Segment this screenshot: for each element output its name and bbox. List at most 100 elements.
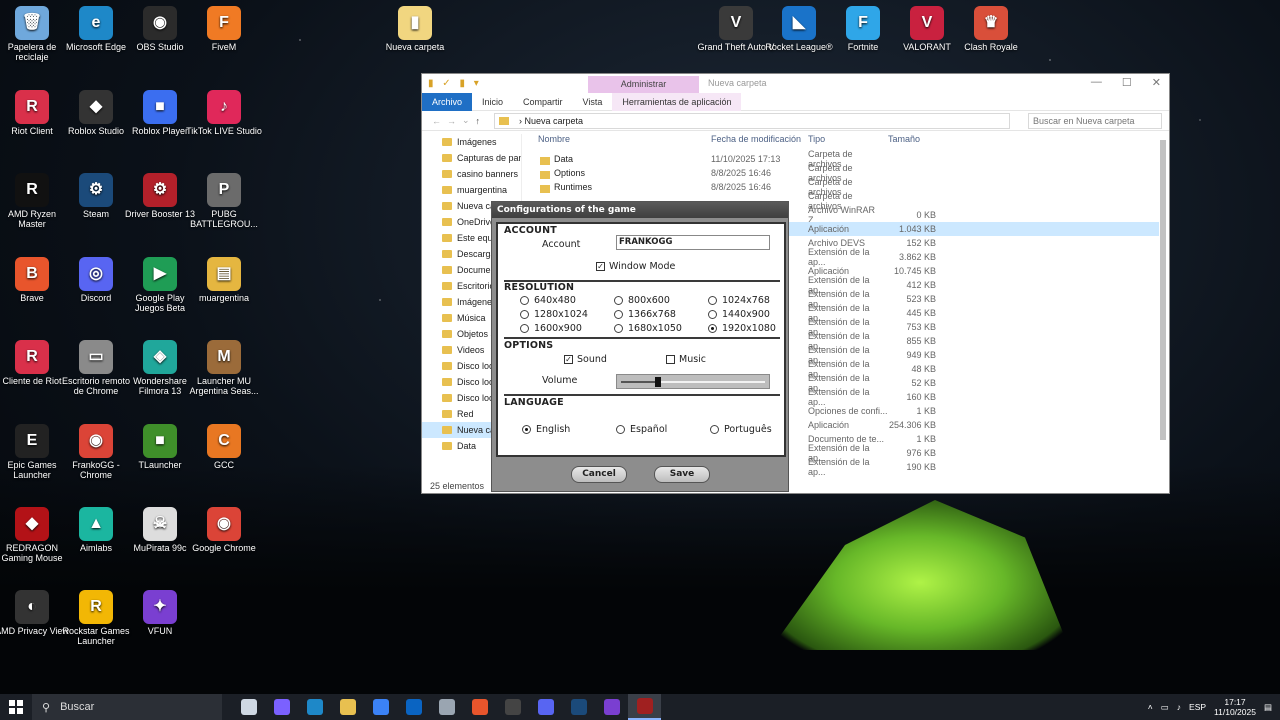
taskbar-app[interactable] — [628, 694, 661, 720]
radio-dot[interactable] — [614, 296, 623, 305]
volume-icon[interactable]: ♪ — [1177, 702, 1181, 712]
nav-item[interactable]: Capturas de pan — [422, 150, 521, 166]
desktop-icon[interactable]: C GCC — [185, 424, 263, 470]
desktop-icon[interactable]: ♛ Clash Royale — [952, 6, 1030, 52]
folder-icon — [442, 202, 452, 210]
scrollbar[interactable] — [1159, 134, 1167, 478]
sound-checkbox[interactable]: ✓ Sound — [564, 354, 607, 365]
taskbar-app[interactable] — [331, 694, 364, 720]
music-box[interactable] — [666, 355, 675, 364]
taskbar-app[interactable] — [496, 694, 529, 720]
ribbon-tab[interactable]: Compartir — [513, 93, 573, 111]
desktop-icon[interactable]: ◉ Google Chrome — [185, 507, 263, 553]
clock[interactable]: 17:17 11/10/2025 — [1214, 697, 1256, 717]
game-config-dialog[interactable]: Configurations of the game ACCOUNT Accou… — [491, 201, 789, 492]
address-path[interactable]: › Nueva carpeta — [494, 113, 1010, 129]
back-icon[interactable]: ← — [432, 116, 441, 126]
desktop-icon[interactable]: F FiveM — [185, 6, 263, 52]
desktop-icon[interactable]: ♪ TikTok LIVE Studio — [185, 90, 263, 136]
language-radio[interactable]: Español — [616, 424, 667, 435]
radio-dot[interactable] — [708, 310, 717, 319]
nav-item[interactable]: muargentina — [422, 182, 521, 198]
resolution-radio[interactable]: 1024x768 — [708, 295, 770, 306]
resolution-radio[interactable]: 640x480 — [520, 295, 576, 306]
window-mode-box[interactable]: ✓ — [596, 262, 605, 271]
taskbar-app[interactable] — [265, 694, 298, 720]
up-icon[interactable]: ↑ — [476, 116, 481, 126]
quick-access-toolbar-icon[interactable]: ▮ ✓ ▮ ▾ — [428, 78, 482, 89]
taskbar-app[interactable] — [397, 694, 430, 720]
taskbar-app[interactable] — [529, 694, 562, 720]
window-mode-checkbox[interactable]: ✓ Window Mode — [596, 261, 675, 272]
sound-box[interactable]: ✓ — [564, 355, 573, 364]
radio-dot[interactable] — [614, 324, 623, 333]
radio-dot[interactable] — [708, 324, 717, 333]
radio-dot[interactable] — [520, 296, 529, 305]
ribbon-tab[interactable]: Herramientas de aplicación — [612, 92, 742, 111]
column-type[interactable]: Tipo — [808, 134, 888, 150]
save-button[interactable]: Save — [654, 466, 710, 483]
column-name[interactable]: Nombre — [538, 134, 711, 150]
resolution-radio[interactable]: 1366x768 — [614, 309, 676, 320]
folder-icon — [442, 426, 452, 434]
account-input[interactable]: FRANKOGG — [616, 235, 770, 250]
radio-dot[interactable] — [520, 324, 529, 333]
nav-item-label: casino banners — [457, 169, 519, 179]
column-date[interactable]: Fecha de modificación — [711, 134, 808, 150]
language-indicator[interactable]: ESP — [1189, 702, 1206, 712]
ribbon-tab[interactable]: Archivo — [422, 92, 473, 111]
language-radio[interactable]: Português — [710, 424, 772, 435]
taskbar-app[interactable] — [595, 694, 628, 720]
nav-item[interactable]: Imágenes — [422, 134, 521, 150]
resolution-radio[interactable]: 1680x1050 — [614, 323, 682, 334]
radio-dot[interactable] — [614, 310, 623, 319]
taskbar-app[interactable] — [463, 694, 496, 720]
volume-slider[interactable] — [616, 374, 770, 389]
recent-icon[interactable]: ⌄ — [462, 115, 470, 126]
radio-dot[interactable] — [710, 425, 719, 434]
language-radio[interactable]: English — [522, 424, 570, 435]
network-icon[interactable]: ▭ — [1161, 702, 1169, 713]
manage-tab[interactable]: Administrar — [588, 76, 699, 93]
desktop-icon[interactable]: P PUBG BATTLEGROU... — [185, 173, 263, 229]
taskbar-app[interactable] — [430, 694, 463, 720]
radio-dot[interactable] — [522, 425, 531, 434]
close-icon[interactable]: ✕ — [1152, 76, 1161, 89]
column-size[interactable]: Tamaño — [888, 134, 936, 150]
path-segment[interactable]: Nueva carpeta — [525, 116, 584, 126]
resolution-radio[interactable]: 1600x900 — [520, 323, 582, 334]
forward-icon[interactable]: → — [447, 116, 456, 126]
chevron-up-icon[interactable]: ˄ — [1148, 702, 1153, 712]
music-checkbox[interactable]: Music — [666, 354, 706, 365]
taskbar-app[interactable] — [298, 694, 331, 720]
resolution-radio[interactable]: 800x600 — [614, 295, 670, 306]
taskbar-app[interactable] — [562, 694, 595, 720]
radio-dot[interactable] — [520, 310, 529, 319]
desktop-icon-label: Launcher MU Argentina Seas... — [189, 376, 259, 396]
cancel-button[interactable]: Cancel — [571, 466, 627, 483]
taskbar-app[interactable] — [232, 694, 265, 720]
ribbon-tab[interactable]: Vista — [573, 93, 613, 111]
config-panel: ACCOUNT Account FRANKOGG ✓ Window Mode R… — [496, 222, 786, 457]
explorer-titlebar[interactable]: ▮ ✓ ▮ ▾ Administrar Nueva carpeta — ☐ ✕ — [422, 74, 1169, 93]
radio-dot[interactable] — [708, 296, 717, 305]
minimize-icon[interactable]: — — [1091, 76, 1102, 89]
ribbon-tab[interactable]: Inicio — [472, 93, 513, 111]
start-button[interactable] — [0, 694, 32, 720]
resolution-radio[interactable]: 1440x900 — [708, 309, 770, 320]
radio-dot[interactable] — [616, 425, 625, 434]
notifications-icon[interactable]: ▤ — [1264, 702, 1272, 713]
taskbar-search[interactable]: ⚲ Buscar — [32, 694, 222, 720]
desktop-icon[interactable]: M Launcher MU Argentina Seas... — [185, 340, 263, 396]
volume-thumb[interactable] — [654, 377, 661, 387]
taskbar-app[interactable] — [364, 694, 397, 720]
search-input[interactable]: Buscar en Nueva carpeta — [1028, 113, 1162, 129]
resolution-radio[interactable]: 1280x1024 — [520, 309, 588, 320]
desktop-icon[interactable]: ▮ Nueva carpeta — [376, 6, 454, 52]
nav-item[interactable]: casino banners — [422, 166, 521, 182]
maximize-icon[interactable]: ☐ — [1122, 76, 1132, 89]
desktop-icon[interactable]: ▤ muargentina — [185, 257, 263, 303]
search-icon: ⚲ — [42, 701, 51, 714]
resolution-radio[interactable]: 1920x1080 — [708, 323, 776, 334]
desktop-icon[interactable]: ✦ VFUN — [121, 590, 199, 636]
